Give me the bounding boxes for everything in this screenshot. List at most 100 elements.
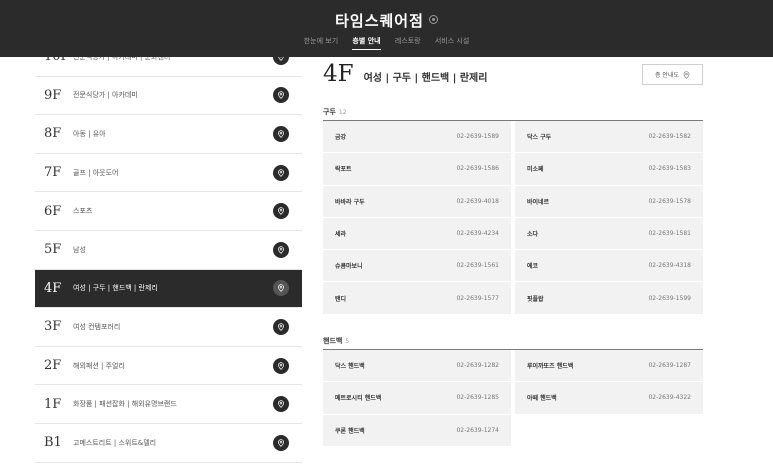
floor-item-code: 8F bbox=[44, 126, 62, 142]
floor-item-label: 골프 | 아웃도어 bbox=[73, 168, 119, 177]
store-name: 바바라 구두 bbox=[335, 198, 365, 206]
floor-map-button[interactable]: 층 안내도 bbox=[642, 64, 703, 85]
map-pin-icon bbox=[278, 284, 284, 293]
store-grid: 금강 02-2639-1589 닥스 구두 02-2639-1582 락포트 02-263… bbox=[323, 121, 703, 315]
store-item[interactable]: 락포트 02-2639-1586 bbox=[323, 153, 511, 186]
store-item[interactable]: 메트로시티 핸드백 02-2639-1285 bbox=[323, 382, 511, 415]
floor-map-pin-button[interactable] bbox=[273, 280, 289, 297]
floor-map-pin-button[interactable] bbox=[273, 241, 289, 258]
map-pin-icon bbox=[278, 439, 284, 447]
store-brand-title[interactable]: 타임스퀘어점 bbox=[0, 10, 773, 31]
floor-map-pin-button[interactable] bbox=[273, 164, 289, 181]
map-pin-icon bbox=[278, 246, 284, 254]
store-item[interactable]: 금강 02-2639-1589 bbox=[323, 121, 511, 154]
floor-item-code: B1 bbox=[44, 435, 62, 451]
store-item[interactable]: 닥스 구두 02-2639-1582 bbox=[515, 121, 703, 154]
floor-map-pin-button[interactable] bbox=[273, 396, 289, 413]
store-item[interactable]: 루이까또즈 핸드백 02-2639-1287 bbox=[515, 350, 703, 383]
store-phone: 02-2639-1577 bbox=[456, 294, 499, 302]
floor-item-code: 1F bbox=[44, 396, 62, 412]
category-name: 구두 bbox=[323, 108, 336, 116]
floor-item-label: 여성 컨템포러리 bbox=[73, 322, 121, 331]
store-phone: 02-2639-4018 bbox=[456, 197, 499, 205]
store-category: 핸드백 5 닥스 핸드백 02-2639-1282 루이까또즈 핸드백 02-2639-1… bbox=[323, 336, 703, 447]
floor-item-label: 화장품 | 패션잡화 | 해외유명브랜드 bbox=[73, 400, 177, 409]
store-item[interactable]: 닥스 핸드백 02-2639-1282 bbox=[323, 350, 511, 383]
category-name: 핸드백 bbox=[323, 337, 343, 345]
store-phone: 02-2639-1582 bbox=[648, 133, 691, 141]
store-phone: 02-2639-1599 bbox=[648, 294, 691, 302]
category-count: 5 bbox=[345, 338, 350, 345]
store-name: 아떼 핸드백 bbox=[527, 395, 557, 403]
store-name: 에코 bbox=[527, 263, 539, 271]
map-pin-icon bbox=[278, 400, 284, 408]
circle-dot-icon[interactable] bbox=[428, 15, 438, 24]
store-item[interactable]: 탠디 02-2639-1577 bbox=[323, 282, 511, 315]
floor-map-pin-button[interactable] bbox=[273, 318, 289, 335]
store-item[interactable]: 쿠론 핸드백 02-2639-1274 bbox=[323, 414, 511, 447]
store-item[interactable]: 바이네르 02-2639-1578 bbox=[515, 185, 703, 218]
brand-label: 타임스퀘어점 bbox=[335, 12, 424, 30]
store-phone: 02-2639-1581 bbox=[648, 230, 691, 238]
floor-item-8f[interactable]: 8F 아동 | 유아 bbox=[35, 115, 302, 154]
floor-item-label: 아동 | 유아 bbox=[73, 129, 106, 138]
store-name: 핏플랍 bbox=[527, 295, 544, 303]
store-name: 소다 bbox=[527, 231, 539, 239]
floor-item-label: 해외패션 | 주얼리 bbox=[73, 361, 125, 370]
store-name: 세라 bbox=[335, 231, 347, 239]
map-pin-icon bbox=[278, 207, 284, 216]
floor-heading: 4F 여성 | 구두 | 핸드백 | 란제리 bbox=[323, 61, 487, 87]
map-pin-icon bbox=[278, 361, 284, 370]
floor-item-label: 전문식당가 | 아카데미 bbox=[73, 91, 138, 100]
floor-item-2f[interactable]: 2F 해외패션 | 주얼리 bbox=[35, 346, 302, 386]
map-pin-icon bbox=[278, 323, 284, 331]
floor-item-code: 6F bbox=[44, 203, 62, 219]
floor-item-5f[interactable]: 5F 남성 bbox=[35, 230, 302, 270]
floor-item-code: 2F bbox=[44, 358, 62, 374]
floor-item-code: 4F bbox=[44, 280, 62, 296]
floor-item-4f[interactable]: 4F 여성 | 구두 | 핸드백 | 란제리 bbox=[35, 269, 302, 309]
floor-item-6f[interactable]: 6F 스포츠 bbox=[35, 192, 302, 231]
floor-item-3f[interactable]: 3F 여성 컨템포러리 bbox=[35, 308, 302, 347]
store-item[interactable]: 세라 02-2639-4234 bbox=[323, 217, 511, 251]
nav-floor-guide[interactable]: 층별 안내 bbox=[352, 36, 381, 50]
floor-item-label: 스포츠 bbox=[73, 207, 93, 216]
floor-item-9f[interactable]: 9F 전문식당가 | 아카데미 bbox=[35, 76, 302, 116]
floor-map-button-label: 층 안내도 bbox=[655, 72, 679, 79]
nav-services[interactable]: 서비스 시설 bbox=[435, 36, 469, 49]
floor-categories: 여성 | 구두 | 핸드백 | 란제리 bbox=[363, 73, 488, 84]
store-item[interactable]: 바바라 구두 02-2639-4018 bbox=[323, 185, 511, 218]
floor-map-pin-button[interactable] bbox=[273, 125, 289, 142]
store-phone: 02-2639-1282 bbox=[456, 362, 499, 370]
store-phone: 02-2639-1285 bbox=[456, 394, 499, 402]
floor-item-code: 5F bbox=[44, 242, 62, 258]
store-item[interactable]: 에코 02-2639-4318 bbox=[515, 250, 703, 283]
main-nav: 한눈에 보기 층별 안내 레스토랑 서비스 시설 bbox=[0, 36, 773, 50]
store-item[interactable]: 핏플랍 02-2639-1599 bbox=[515, 282, 703, 315]
floor-item-label: 고메스트리트 | 스위트&델리 bbox=[73, 438, 157, 447]
floor-item-b1[interactable]: B1 고메스트리트 | 스위트&델리 bbox=[35, 423, 302, 463]
store-name: 락포트 bbox=[335, 166, 352, 174]
store-name: 슈콤마보니 bbox=[335, 263, 363, 271]
nav-restaurant[interactable]: 레스토랑 bbox=[395, 36, 421, 49]
nav-overview[interactable]: 한눈에 보기 bbox=[304, 36, 338, 49]
floor-map-pin-button[interactable] bbox=[273, 434, 289, 451]
category-heading: 구두 12 bbox=[323, 107, 703, 121]
store-item[interactable]: 아떼 핸드백 02-2639-4322 bbox=[515, 382, 703, 415]
map-pin-icon bbox=[278, 91, 284, 100]
floor-map-pin-button[interactable] bbox=[273, 203, 289, 220]
store-name: 탠디 bbox=[335, 295, 347, 303]
store-phone: 02-2639-4318 bbox=[648, 262, 691, 270]
store-item[interactable]: 미소페 02-2639-1583 bbox=[515, 153, 703, 186]
floor-item-7f[interactable]: 7F 골프 | 아웃도어 bbox=[35, 153, 302, 193]
store-item[interactable]: 슈콤마보니 02-2639-1561 bbox=[323, 250, 511, 283]
store-category: 구두 12 금강 02-2639-1589 닥스 구두 02-2639-1582 락포트 02… bbox=[323, 107, 703, 315]
floor-item-label: 여성 | 구두 | 핸드백 | 란제리 bbox=[73, 284, 158, 293]
store-name: 바이네르 bbox=[527, 198, 550, 206]
floor-item-1f[interactable]: 1F 화장품 | 패션잡화 | 해외유명브랜드 bbox=[35, 385, 302, 424]
category-count: 12 bbox=[338, 109, 347, 116]
floor-map-pin-button[interactable] bbox=[273, 87, 289, 104]
store-item[interactable]: 소다 02-2639-1581 bbox=[515, 217, 703, 251]
floor-map-pin-button[interactable] bbox=[273, 357, 289, 374]
floor-item-code: 3F bbox=[44, 319, 62, 335]
